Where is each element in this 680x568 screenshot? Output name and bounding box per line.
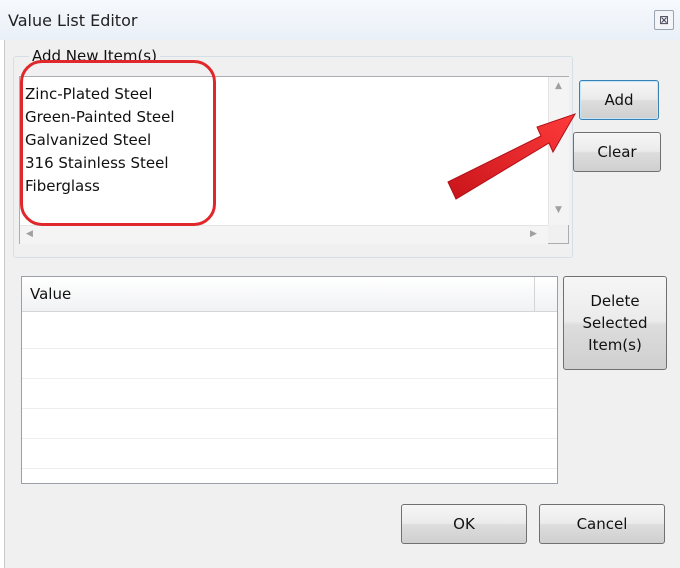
scroll-up-icon[interactable]: ▲ (555, 81, 562, 91)
add-button[interactable]: Add (579, 80, 659, 120)
delete-button-label-line: Selected (582, 314, 648, 332)
add-button-label: Add (604, 91, 634, 109)
add-items-group-label: Add New Item(s) (29, 47, 160, 65)
close-icon[interactable]: ⊠ (654, 10, 674, 30)
ok-button[interactable]: OK (401, 504, 527, 544)
new-items-textarea[interactable]: Zinc-Plated Steel Green-Painted Steel Ga… (19, 76, 569, 244)
title-bar[interactable]: Value List Editor ⊠ (0, 0, 680, 40)
clear-button[interactable]: Clear (573, 132, 661, 172)
textarea-line: Zinc-Plated Steel (25, 85, 153, 103)
clear-button-label: Clear (597, 143, 637, 161)
delete-button-label-line: Item(s) (588, 336, 642, 354)
list-row-line (22, 438, 557, 439)
cancel-button-label: Cancel (576, 515, 628, 533)
list-row-line (22, 408, 557, 409)
list-header: Value (22, 277, 557, 312)
textarea-line: Green-Painted Steel (25, 108, 175, 126)
textarea-line: 316 Stainless Steel (25, 154, 169, 172)
column-separator[interactable] (534, 277, 535, 311)
textarea-line: Fiberglass (25, 177, 100, 195)
value-column-header[interactable]: Value (30, 285, 71, 303)
window-title: Value List Editor (8, 11, 138, 30)
scroll-left-icon[interactable]: ◀ (26, 229, 33, 239)
vertical-scrollbar[interactable]: ▲ ▼ (548, 77, 569, 225)
scrollbar-corner (548, 225, 568, 243)
delete-selected-button[interactable]: Delete Selected Item(s) (563, 276, 667, 370)
textarea-line: Galvanized Steel (25, 131, 152, 149)
dialog-client-area: Add New Item(s) Zinc-Plated Steel Green-… (4, 40, 680, 568)
list-row-line (22, 378, 557, 379)
cancel-button[interactable]: Cancel (539, 504, 665, 544)
ok-button-label: OK (453, 515, 475, 533)
horizontal-scrollbar[interactable]: ◀ ▶ (20, 225, 548, 244)
scroll-right-icon[interactable]: ▶ (530, 229, 537, 239)
list-row-line (22, 348, 557, 349)
vertical-scroll-thumb[interactable] (554, 103, 564, 197)
delete-button-label-line: Delete (590, 292, 640, 310)
values-list[interactable]: Value (21, 276, 558, 484)
scroll-down-icon[interactable]: ▼ (555, 205, 562, 215)
list-row-line (22, 468, 557, 469)
